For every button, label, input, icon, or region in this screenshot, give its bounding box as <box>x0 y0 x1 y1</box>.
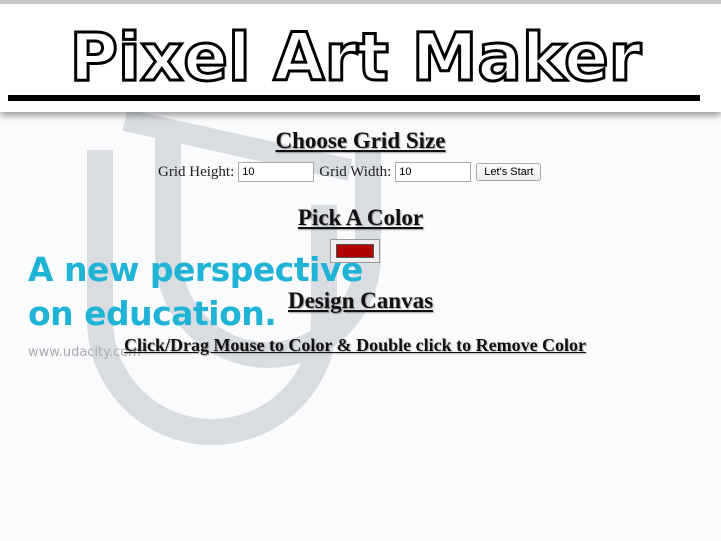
grid-size-heading: Choose Grid Size <box>275 128 446 153</box>
pick-color-heading: Pick A Color <box>297 205 424 230</box>
page-title: Pixel Art Maker <box>68 22 643 92</box>
grid-width-label: Grid Width: <box>319 163 392 180</box>
grid-width-input[interactable] <box>395 162 472 182</box>
tagline-line-1: A new perspective <box>28 250 363 289</box>
design-canvas-heading: Design Canvas <box>287 288 434 313</box>
page-header: Pixel Art Maker <box>0 0 721 112</box>
title-underline <box>8 95 700 101</box>
lets-start-button[interactable]: Let's Start <box>476 163 542 181</box>
grid-height-label: Grid Height: <box>158 163 235 180</box>
grid-size-form: Grid Height: Grid Width: Let's Start <box>158 161 542 183</box>
color-picker[interactable] <box>330 239 380 263</box>
canvas-instructions: Click/Drag Mouse to Color & Double click… <box>123 335 587 355</box>
grid-height-input[interactable] <box>238 162 315 182</box>
color-swatch <box>336 244 374 258</box>
